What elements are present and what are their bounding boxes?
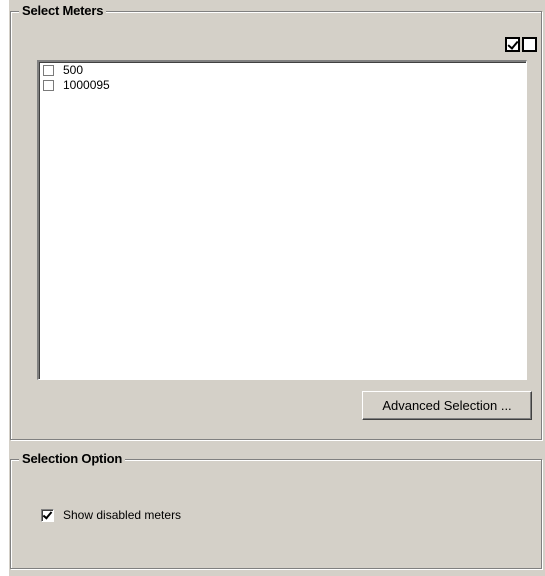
selection-option-title: Selection Option [19, 451, 126, 467]
check-toolbar [505, 37, 537, 52]
uncheck-all-icon[interactable] [522, 37, 537, 52]
advanced-selection-button[interactable]: Advanced Selection ... [362, 391, 532, 420]
list-item[interactable]: 1000095 [43, 78, 526, 92]
meters-listbox[interactable]: 500 1000095 [37, 60, 527, 380]
show-disabled-checkbox[interactable] [41, 508, 54, 522]
meter-checkbox[interactable] [43, 79, 54, 91]
check-all-icon[interactable] [505, 37, 520, 52]
list-item[interactable]: 500 [43, 63, 526, 77]
meter-checkbox[interactable] [43, 64, 54, 76]
meter-label: 500 [63, 63, 84, 77]
meter-selection-panel: Select Meters 500 1000095 Advanced Selec… [9, 0, 545, 576]
meter-label: 1000095 [63, 78, 110, 92]
show-disabled-option[interactable]: Show disabled meters [41, 508, 181, 522]
select-meters-title: Select Meters [19, 3, 107, 19]
show-disabled-label: Show disabled meters [63, 508, 182, 522]
